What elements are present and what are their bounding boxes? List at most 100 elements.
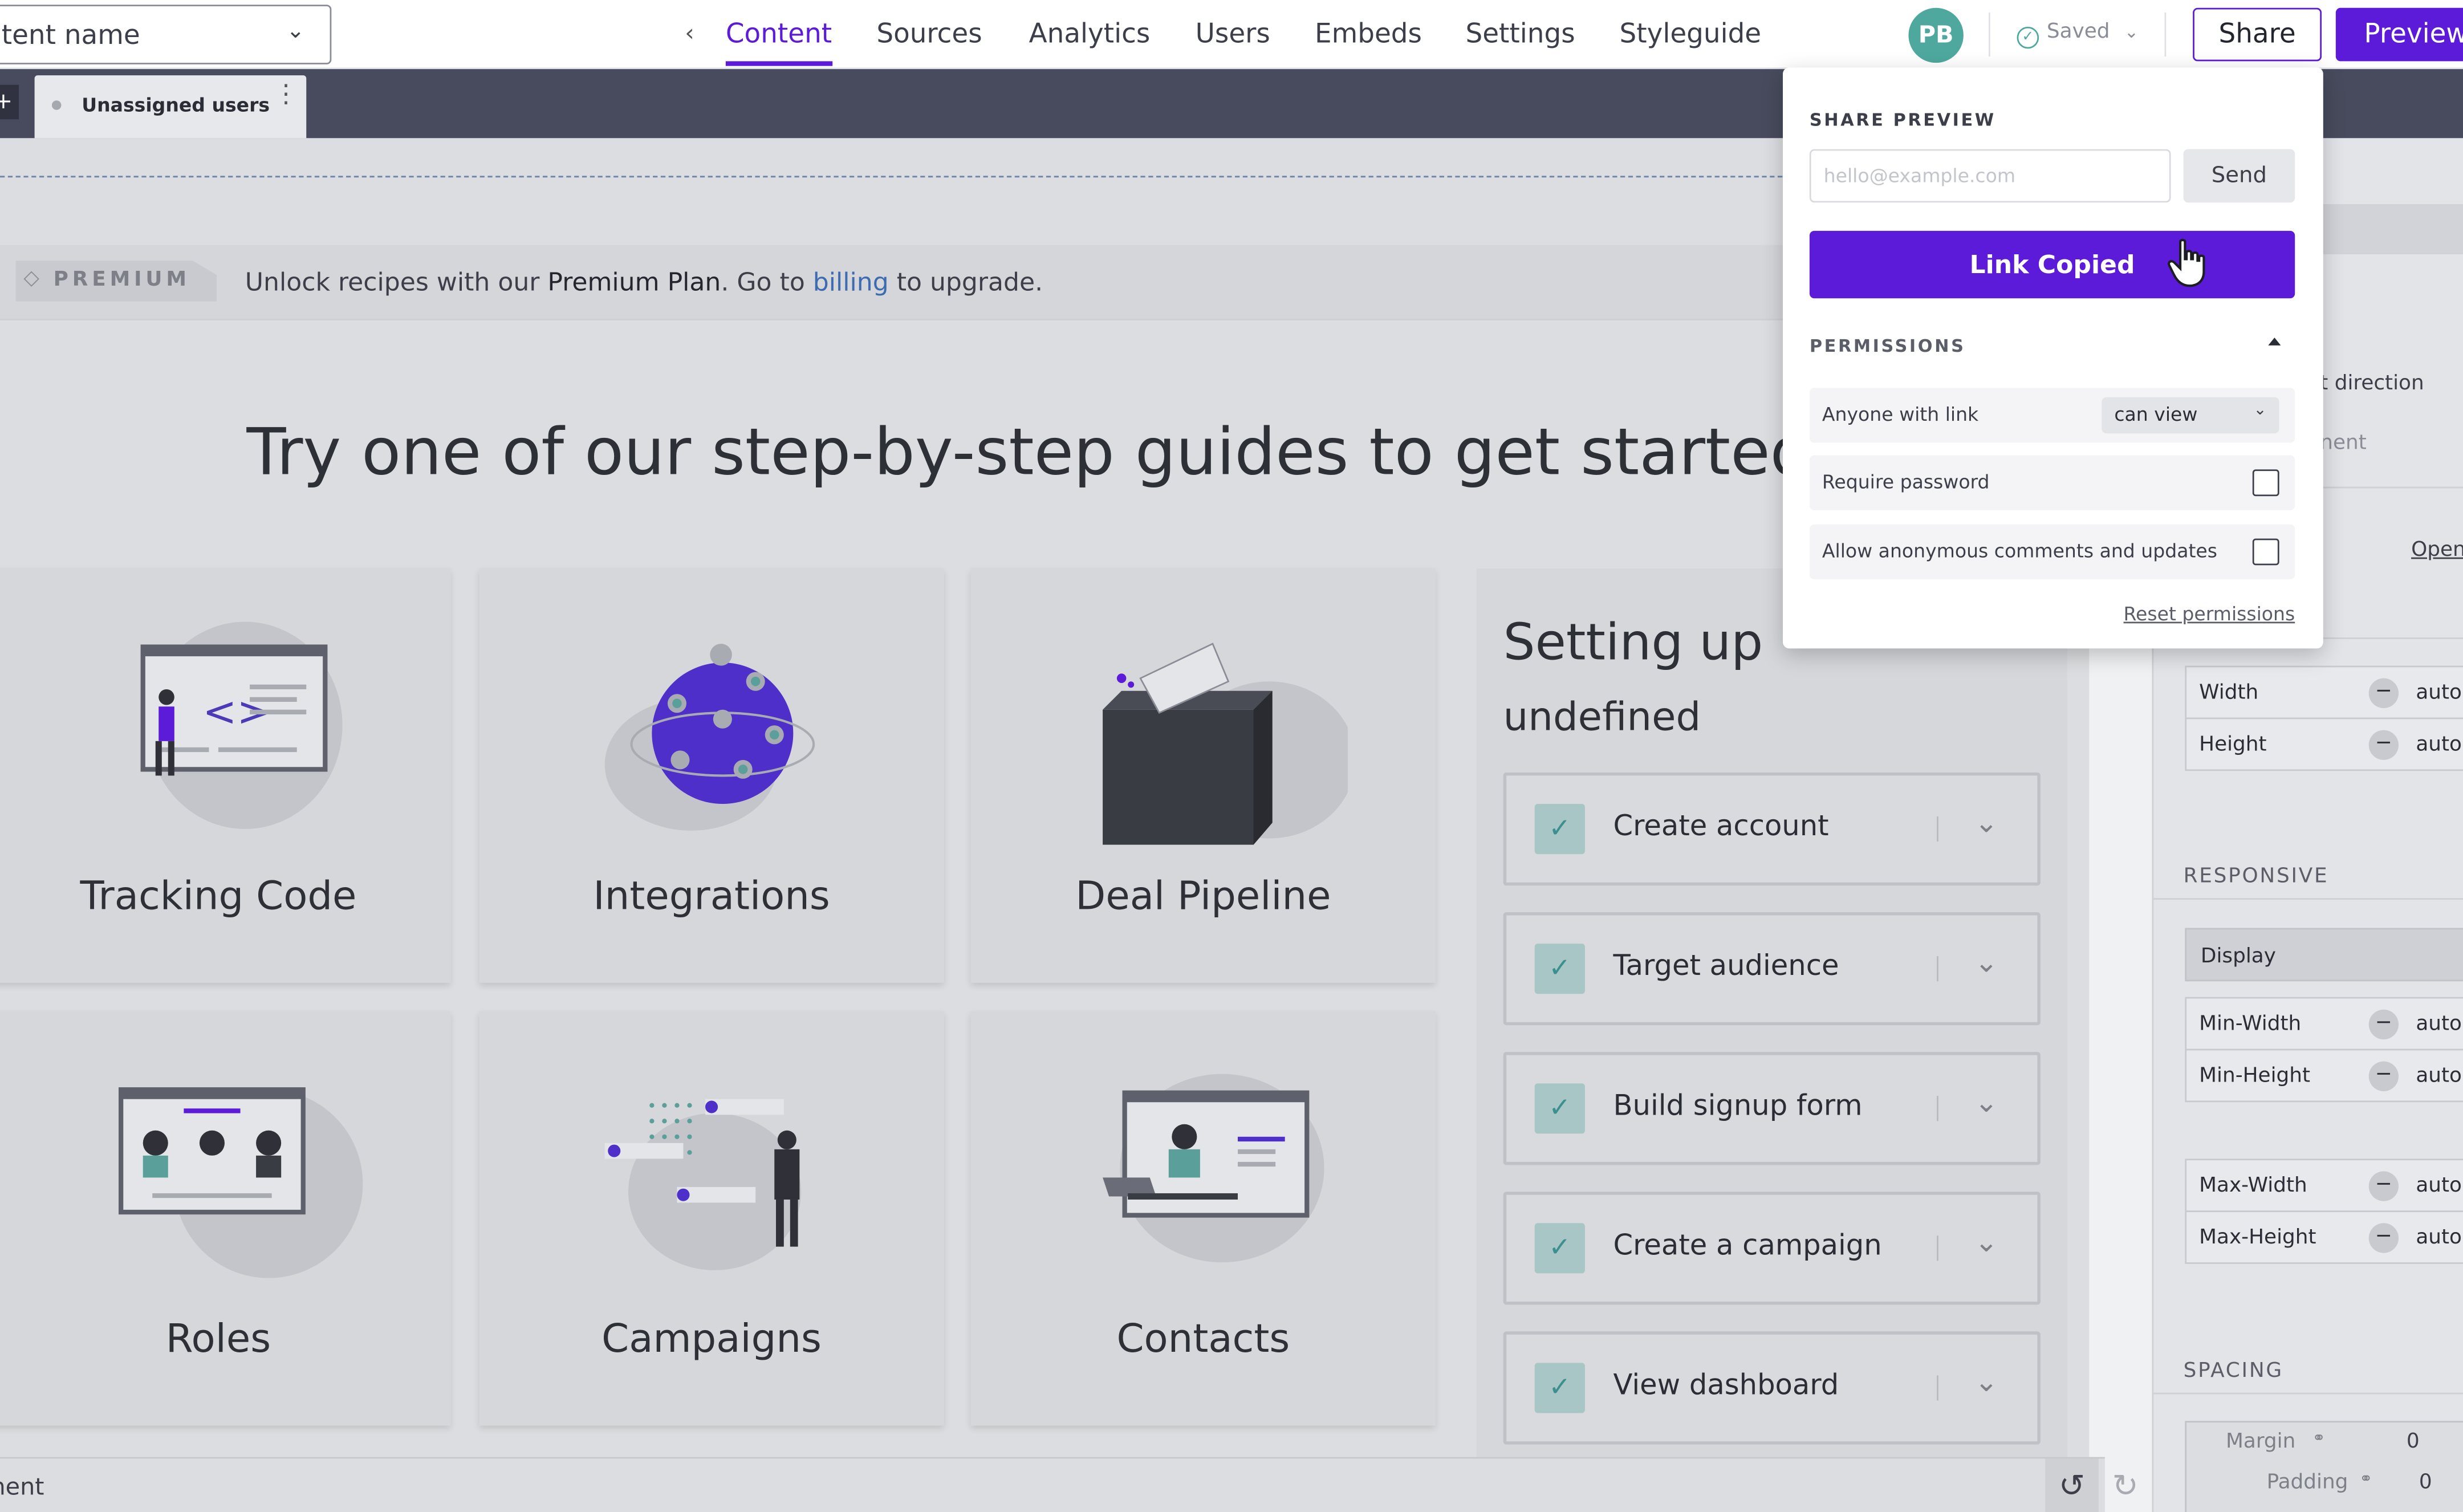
require-password-checkbox[interactable] (2252, 469, 2279, 497)
guide-card-integrations[interactable]: Integrations (479, 568, 944, 983)
chevron-down-icon[interactable]: ⌄ (1974, 1226, 1998, 1259)
check-icon[interactable]: ✓ (1534, 1083, 1585, 1134)
padding-value[interactable]: 0 (2419, 1471, 2432, 1494)
min-height-field[interactable]: Min-Height − auto (2185, 1048, 2463, 1103)
guide-card-roles[interactable]: Roles (0, 1011, 451, 1426)
diamond-icon: ◇ (23, 267, 39, 291)
open-link[interactable]: Open (2411, 539, 2463, 562)
check-icon[interactable]: ✓ (1534, 944, 1585, 994)
share-button[interactable]: Share (2193, 7, 2322, 62)
max-height-field[interactable]: Max-Height − auto (2185, 1210, 2463, 1264)
send-button[interactable]: Send (2183, 149, 2295, 203)
anonymous-comments-checkbox[interactable] (2252, 538, 2279, 566)
lock-icon[interactable]: ⚭ (2312, 1430, 2326, 1448)
chevron-down-icon[interactable]: ⌄ (1974, 807, 1998, 840)
editor-canvas[interactable]: ◇ PREMIUM Unlock recipes with our Premiu… (0, 138, 2090, 1457)
status-dot (51, 100, 62, 110)
tab-settings[interactable]: Settings (1466, 19, 1575, 50)
height-field[interactable]: Height − auto (2185, 717, 2463, 771)
lock-icon[interactable]: ⚭ (2359, 1471, 2372, 1488)
minus-icon[interactable]: − (2368, 678, 2399, 709)
setup-step[interactable]: ✓ Create a campaign ⌄ (1503, 1192, 2041, 1305)
element-path: nent (0, 1473, 44, 1501)
field-label: Min-Width (2199, 1013, 2302, 1037)
anonymous-comments-row[interactable]: Allow anonymous comments and updates (1809, 524, 2295, 580)
minus-icon[interactable]: − (2368, 1061, 2399, 1091)
max-width-field[interactable]: Max-Width − auto (2185, 1159, 2463, 1213)
setup-step[interactable]: ✓ Build signup form ⌄ (1503, 1052, 2041, 1165)
field-label: Min-Height (2199, 1064, 2311, 1088)
min-width-field[interactable]: Min-Width − auto (2185, 997, 2463, 1051)
card-title: Contacts (1116, 1315, 1290, 1361)
billing-link[interactable]: billing (813, 267, 889, 296)
setup-step[interactable]: ✓ Create account ⌄ (1503, 772, 2041, 886)
field-value[interactable]: auto (2416, 1174, 2462, 1198)
tab-analytics[interactable]: Analytics (1029, 19, 1151, 50)
preview-button[interactable]: Preview (2335, 7, 2463, 62)
tab-styleguide[interactable]: Styleguide (1620, 19, 1762, 50)
deal-pipeline-illustration (1103, 643, 1348, 845)
minus-icon[interactable]: − (2368, 1223, 2399, 1253)
guide-card-deal-pipeline[interactable]: Deal Pipeline (970, 568, 1436, 983)
avatar[interactable]: PB (1908, 7, 1964, 63)
setup-step[interactable]: ✓ Target audience ⌄ (1503, 912, 2041, 1026)
field-value[interactable]: auto (2416, 1013, 2462, 1036)
saved-status[interactable]: ✓ Saved ⌄ (2017, 21, 2139, 49)
element-label: nent (2320, 432, 2367, 456)
premium-text-after: to upgrade. (888, 267, 1043, 297)
tab-embeds[interactable]: Embeds (1315, 19, 1422, 50)
guide-card-contacts[interactable]: Contacts (970, 1011, 1436, 1426)
access-level-value: can view (2114, 403, 2198, 426)
tab-sources[interactable]: Sources (876, 19, 982, 50)
field-value[interactable]: auto (2416, 681, 2462, 705)
chevron-left-icon[interactable]: ‹ (685, 19, 694, 47)
margin-value[interactable]: 0 (2407, 1430, 2420, 1454)
display-select[interactable]: Display (2185, 928, 2463, 982)
add-page-button[interactable]: + (0, 84, 19, 120)
redo-icon[interactable]: ↻ (2107, 1457, 2144, 1512)
setup-subtitle: undefined (1503, 694, 1701, 740)
reset-permissions-link[interactable]: Reset permissions (2124, 603, 2295, 625)
minus-icon[interactable]: − (2368, 730, 2399, 760)
undo-icon[interactable]: ↺ (2045, 1458, 2099, 1512)
spacing-box[interactable]: Margin ⚭ 0 Padding ⚭ 0 (2185, 1421, 2463, 1512)
require-password-row[interactable]: Require password (1809, 455, 2295, 511)
anyone-with-link-label: Anyone with link (1822, 403, 1979, 426)
chevron-down-icon[interactable]: ⌄ (1974, 1366, 1998, 1399)
status-bar: nent ↺ (0, 1457, 2105, 1512)
field-value[interactable]: auto (2416, 733, 2462, 757)
card-title: Deal Pipeline (1075, 873, 1331, 919)
tab-users[interactable]: Users (1196, 19, 1270, 50)
minus-icon[interactable]: − (2368, 1009, 2399, 1040)
guide-card-campaigns[interactable]: Campaigns (479, 1011, 944, 1426)
tab-content[interactable]: Content (725, 19, 832, 66)
copy-link-button[interactable]: Link Copied (1809, 230, 2295, 299)
check-icon[interactable]: ✓ (1534, 803, 1585, 855)
check-icon[interactable]: ✓ (1534, 1363, 1585, 1413)
step-label: Target audience (1613, 950, 1839, 983)
divider (1988, 13, 1990, 57)
premium-banner: ◇ PREMIUM Unlock recipes with our Premiu… (0, 245, 2090, 320)
email-input[interactable] (1809, 149, 2171, 203)
kebab-menu-icon[interactable]: ⋮ (273, 81, 298, 106)
direction-label[interactable]: t direction (2320, 372, 2424, 396)
access-level-select[interactable]: can view ⌄ (2102, 397, 2279, 434)
field-value[interactable]: auto (2416, 1064, 2462, 1088)
card-title: Roles (165, 1315, 271, 1361)
setup-step[interactable]: ✓ View dashboard ⌄ (1503, 1331, 2041, 1445)
chevron-down-icon[interactable]: ⌄ (1974, 947, 1998, 980)
content-name-select[interactable]: tent name ⌄ (0, 5, 332, 64)
check-icon[interactable]: ✓ (1534, 1223, 1585, 1274)
chevron-down-icon: ⌄ (2253, 401, 2267, 420)
chevron-down-icon[interactable]: ⌄ (1974, 1087, 1998, 1120)
drop-guide-line (0, 176, 2090, 178)
width-field[interactable]: Width − auto (2185, 665, 2463, 720)
permissions-heading: PERMISSIONS (1809, 336, 1966, 357)
caret-up-icon[interactable] (2268, 338, 2281, 346)
page-tab-unassigned-users[interactable]: Unassigned users ⋮ (34, 75, 307, 139)
campaigns-illustration (604, 1099, 802, 1270)
minus-icon[interactable]: − (2368, 1171, 2399, 1201)
guide-card-tracking-code[interactable]: <> Tracking Code (0, 568, 451, 983)
field-value[interactable]: auto (2416, 1226, 2462, 1250)
field-label: Max-Height (2199, 1226, 2316, 1250)
